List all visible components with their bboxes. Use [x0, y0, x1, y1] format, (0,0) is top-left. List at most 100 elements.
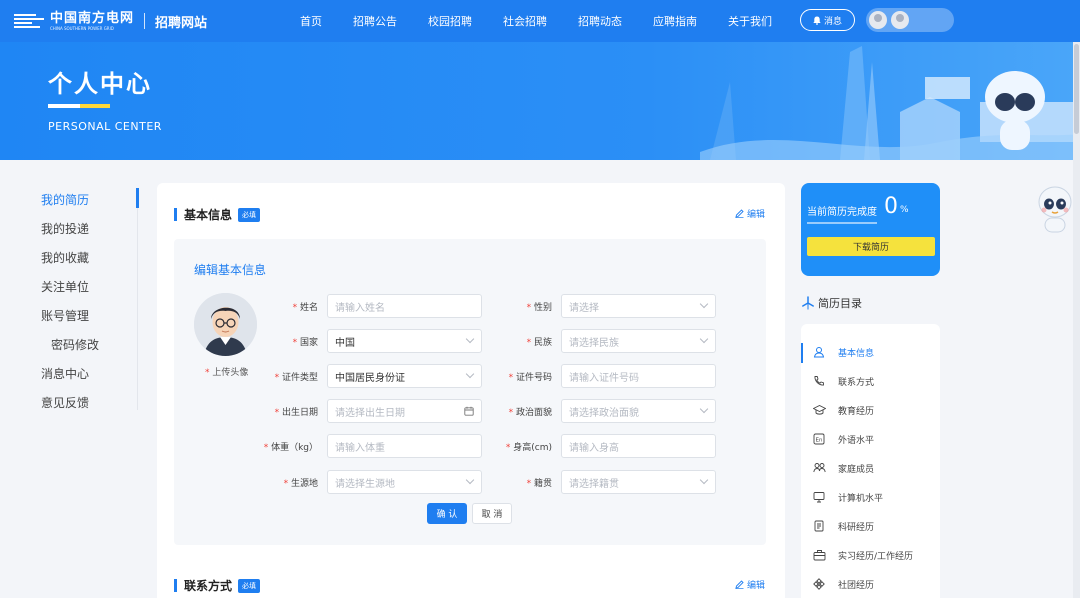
name-input[interactable]: 请输入姓名	[327, 294, 482, 318]
sidebar-item-my-applications[interactable]: 我的投递	[41, 220, 89, 237]
nav-campus-recruitment[interactable]: 校园招聘	[428, 13, 472, 29]
resume-directory-header: 简历目录	[801, 295, 862, 311]
gender-label: * 性别	[526, 303, 552, 313]
placeholder-text: 请选择	[569, 302, 599, 314]
directory-label: 外语水平	[838, 435, 875, 446]
directory-item-contact[interactable]: 联系方式	[812, 374, 874, 388]
placeholder-text: 请输入姓名	[335, 302, 385, 314]
ethnicity-select[interactable]: 请选择民族	[561, 329, 716, 353]
label-text: 证件类型	[281, 373, 318, 383]
messages-button[interactable]: 消息	[800, 9, 855, 31]
nav-recruitment-news[interactable]: 招聘动态	[578, 13, 622, 29]
directory-item-internship[interactable]: 实习经历/工作经历	[812, 548, 913, 562]
edit-contact-button[interactable]: 编辑	[735, 578, 765, 591]
id-number-input[interactable]: 请输入证件号码	[561, 364, 716, 388]
directory-item-basic-info[interactable]: 基本信息	[812, 345, 874, 359]
briefcase-icon	[813, 550, 825, 561]
messages-label: 消息	[823, 16, 842, 27]
weight-input[interactable]: 请输入体重	[327, 434, 482, 458]
native-place-select[interactable]: 请选择籍贯	[561, 470, 716, 494]
contact-header: 联系方式 必填	[174, 577, 261, 594]
directory-item-language[interactable]: En 外语水平	[812, 432, 874, 446]
political-label: * 政治面貌	[508, 408, 552, 418]
placeholder-text: 请选择生源地	[335, 478, 395, 490]
user-menu[interactable]	[866, 8, 954, 32]
directory-item-research[interactable]: 科研经历	[812, 519, 874, 533]
placeholder-text: 请选择籍贯	[569, 478, 619, 490]
directory-item-club[interactable]: 社团经历	[812, 577, 874, 591]
nav-announcements[interactable]: 招聘公告	[353, 13, 397, 29]
placeholder-text: 请选择出生日期	[335, 407, 405, 419]
edit-basic-info-button[interactable]: 编辑	[735, 207, 765, 220]
nav-application-guide[interactable]: 应聘指南	[653, 13, 697, 29]
progress-label: 当前简历完成度	[807, 207, 877, 218]
ethnicity-label: * 民族	[526, 338, 552, 348]
nav-about-us[interactable]: 关于我们	[728, 13, 772, 29]
gender-select[interactable]: 请选择	[561, 294, 716, 318]
directory-label: 教育经历	[838, 406, 875, 417]
placeholder-text: 请输入证件号码	[569, 372, 639, 384]
club-icon	[813, 578, 825, 590]
placeholder-text: 请输入身高	[569, 442, 619, 454]
label-text: 姓名	[299, 303, 318, 313]
origin-select[interactable]: 请选择生源地	[327, 470, 482, 494]
country-label: * 国家	[292, 338, 318, 348]
logo-divider	[144, 13, 146, 29]
cancel-button[interactable]: 取 消	[472, 503, 512, 524]
origin-label: * 生源地	[283, 479, 318, 489]
section-title: 基本信息	[184, 208, 233, 222]
id-type-select[interactable]: 中国居民身份证	[327, 364, 482, 388]
placeholder-text: 请选择政治面貌	[569, 407, 639, 419]
resume-directory: 基本信息 联系方式 教育经历 En 外语水平 家庭成员 计算机水平 科研经历 实…	[801, 324, 940, 598]
id-type-label: * 证件类型	[274, 373, 318, 383]
main-nav: 首页 招聘公告 校园招聘 社会招聘 招聘动态 应聘指南 关于我们	[300, 0, 803, 42]
nav-social-recruitment[interactable]: 社会招聘	[503, 13, 547, 29]
edit-label: 编辑	[747, 581, 766, 591]
site-logo[interactable]: 中国南方电网 CHINA SOUTHERN POWER GRID 招聘网站	[14, 11, 207, 31]
family-icon	[812, 463, 826, 473]
height-input[interactable]: 请输入身高	[561, 434, 716, 458]
label-text: 性别	[533, 303, 552, 313]
directory-title: 简历目录	[818, 297, 862, 310]
sidebar-item-followed-units[interactable]: 关注单位	[41, 278, 89, 295]
confirm-button[interactable]: 确 认	[427, 503, 467, 524]
page-scrollbar[interactable]	[1073, 42, 1080, 598]
sidebar-item-my-resume[interactable]: 我的简历	[41, 191, 89, 208]
logo-subtitle: CHINA SOUTHERN POWER GRID	[50, 25, 114, 31]
sidebar-item-messages[interactable]: 消息中心	[41, 365, 89, 382]
progress-value: 0	[884, 194, 898, 219]
directory-item-computer[interactable]: 计算机水平	[812, 490, 883, 504]
sidebar-item-password[interactable]: 密码修改	[51, 336, 99, 353]
birth-date-label: * 出生日期	[274, 408, 318, 418]
label-text: 政治面貌	[515, 408, 552, 418]
directory-item-education[interactable]: 教育经历	[812, 403, 874, 417]
resume-progress-card: 当前简历完成度 0 % 下载简历	[801, 183, 940, 276]
label-text: 证件号码	[515, 373, 552, 383]
directory-label: 联系方式	[838, 377, 875, 388]
political-select[interactable]: 请选择政治面貌	[561, 399, 716, 423]
top-nav-bar: 中国南方电网 CHINA SOUTHERN POWER GRID 招聘网站 首页…	[0, 0, 1080, 42]
nav-home[interactable]: 首页	[300, 13, 322, 29]
resume-panel: 基本信息 必填 编辑 编辑基本信息 * 上传头像 * 姓名 请输入姓名 * 性别	[157, 183, 785, 598]
height-label: * 身高(cm)	[505, 443, 552, 453]
progress-bar	[807, 222, 877, 224]
selected-value: 中国	[335, 337, 355, 349]
chevron-down-icon	[699, 475, 709, 485]
person-icon	[813, 347, 825, 358]
page-title: 个人中心	[48, 70, 152, 98]
windmill-icon	[802, 296, 814, 310]
label-text: 籍贯	[533, 479, 552, 489]
directory-item-family[interactable]: 家庭成员	[812, 461, 874, 475]
birth-date-picker[interactable]: 请选择出生日期	[327, 399, 482, 423]
sidebar-item-feedback[interactable]: 意见反馈	[41, 394, 89, 411]
sidebar-item-my-favorites[interactable]: 我的收藏	[41, 249, 89, 266]
label-text: 生源地	[290, 479, 318, 489]
page-banner: 个人中心 PERSONAL CENTER	[0, 42, 1080, 160]
download-resume-button[interactable]: 下载简历	[807, 237, 935, 256]
chevron-down-icon	[699, 404, 709, 414]
mascot-floating-widget[interactable]	[1035, 180, 1073, 236]
required-badge: 必填	[238, 207, 261, 222]
country-select[interactable]: 中国	[327, 329, 482, 353]
sidebar-divider	[137, 188, 138, 410]
sidebar-item-account[interactable]: 账号管理	[41, 307, 89, 324]
